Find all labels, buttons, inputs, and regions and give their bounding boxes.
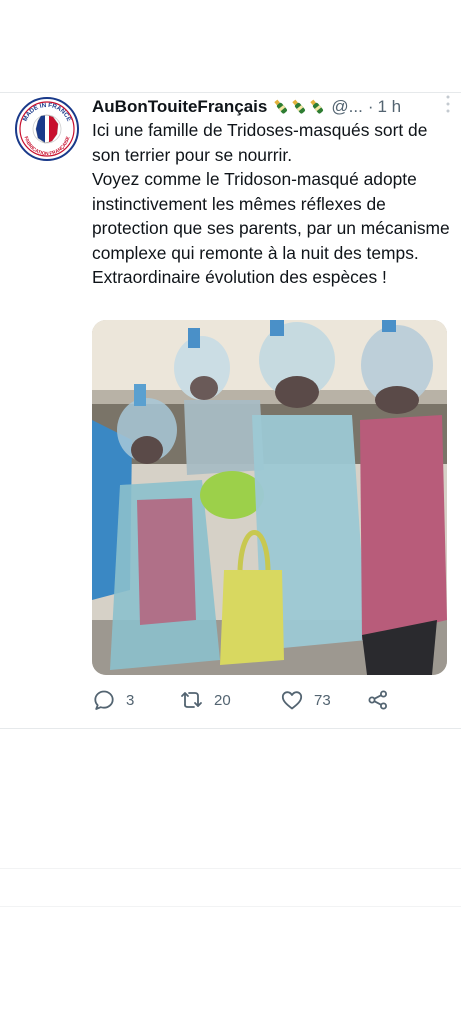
display-name[interactable]: AuBonTouiteFrançais: [92, 97, 267, 117]
handle[interactable]: @...: [331, 97, 362, 117]
tweet-paragraph: Ici une famille de Tridoses-masqués sort…: [92, 120, 428, 165]
tweet-photo[interactable]: [92, 320, 447, 675]
retweet-button[interactable]: 20: [180, 688, 280, 712]
like-count: 73: [314, 691, 331, 709]
reply-button[interactable]: 3: [92, 688, 180, 712]
tweet-paragraph: Extraordinaire évolution des espèces !: [92, 267, 387, 287]
tweet-text: Ici une famille de Tridoses-masqués sort…: [92, 118, 452, 290]
timestamp[interactable]: 1 h: [377, 97, 401, 117]
champagne-bottle-icon: [292, 99, 306, 114]
heart-icon: [281, 691, 303, 710]
reply-count: 3: [126, 691, 135, 709]
reply-icon: [94, 690, 114, 710]
champagne-bottle-icon: [310, 99, 324, 114]
tweet-paragraph: Voyez comme le Tridoson-masqué adopte in…: [92, 169, 450, 263]
retweet-icon: [181, 692, 202, 708]
faint-divider: [0, 906, 461, 907]
faint-divider: [0, 868, 461, 869]
share-icon: [368, 690, 387, 710]
tweet-header: AuBonTouiteFrançais @... · 1 h: [92, 94, 452, 120]
share-button[interactable]: [366, 688, 390, 712]
tweet-actions: 3 20 73: [92, 688, 412, 712]
avatar[interactable]: MADE IN FRANCE FABRICATION FRANÇAISE: [14, 96, 80, 162]
name-emojis: [273, 98, 325, 116]
retweet-count: 20: [214, 691, 231, 709]
header-separator: ·: [367, 97, 374, 116]
more-dots-icon[interactable]: [441, 94, 455, 118]
tweet-card[interactable]: MADE IN FRANCE FABRICATION FRANÇAISE AuB…: [0, 92, 461, 728]
like-button[interactable]: 73: [280, 688, 366, 712]
bottom-divider: [0, 728, 461, 729]
made-in-france-badge: MADE IN FRANCE FABRICATION FRANÇAISE: [15, 97, 79, 161]
photo-illustration: [92, 320, 447, 675]
champagne-bottle-icon: [274, 99, 288, 114]
